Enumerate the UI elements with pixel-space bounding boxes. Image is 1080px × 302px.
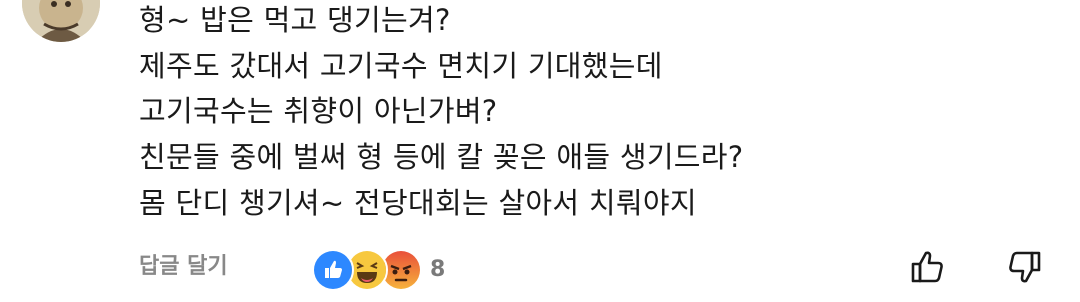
reply-button[interactable]: 답글 달기 [139,252,228,282]
comment-line: 몸 단디 챙기셔~ 전당대회는 살아서 치뤄야지 [139,186,697,220]
comment-line: 고기국수는 취향이 아닌가벼? [139,94,498,128]
comment-line: 형~ 밥은 먹고 댕기는겨? [139,3,451,37]
thumbs-up-icon[interactable] [908,247,948,287]
like-icon [312,249,354,291]
comment-line: 친문들 중에 벌써 형 등에 칼 꽂은 애들 생기드라? [139,140,744,174]
avatar[interactable] [22,0,100,42]
comment-line: 제주도 갔대서 고기국수 면치기 기대했는데 [139,49,663,83]
thumbs-down-icon[interactable] [1004,247,1044,287]
reaction-count[interactable]: 8 [430,255,445,285]
